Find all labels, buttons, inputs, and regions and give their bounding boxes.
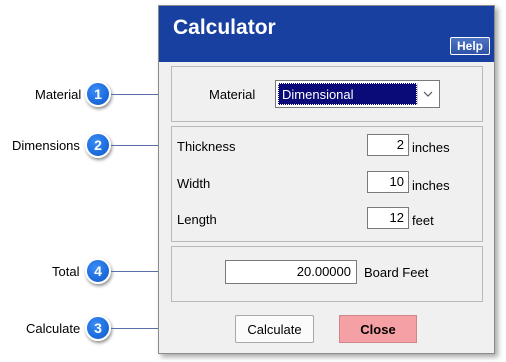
callout-label-calculate: Calculate bbox=[26, 321, 81, 336]
length-input[interactable]: 12 bbox=[367, 207, 409, 229]
material-select[interactable]: Dimensional bbox=[275, 80, 440, 108]
dialog-title: Calculator bbox=[173, 16, 276, 39]
thickness-unit: inches bbox=[412, 140, 450, 155]
length-label: Length bbox=[177, 212, 217, 227]
thickness-input[interactable]: 2 bbox=[367, 134, 409, 156]
total-unit: Board Feet bbox=[364, 265, 429, 280]
callout-badge-3: 3 bbox=[85, 315, 111, 341]
close-button[interactable]: Close bbox=[339, 315, 417, 343]
width-input[interactable]: 10 bbox=[367, 171, 409, 193]
material-select-value: Dimensional bbox=[278, 83, 417, 105]
width-label: Width bbox=[177, 176, 211, 191]
total-group: 20.00000 Board Feet bbox=[171, 246, 483, 302]
material-label: Material bbox=[209, 87, 256, 102]
width-unit: inches bbox=[412, 178, 450, 193]
callout-label-total: Total bbox=[52, 264, 80, 279]
help-button[interactable]: Help bbox=[450, 37, 490, 55]
total-output: 20.00000 bbox=[225, 260, 357, 284]
callout-badge-1: 1 bbox=[85, 81, 111, 107]
callout-label-dimensions: Dimensions bbox=[12, 138, 80, 153]
chevron-down-icon[interactable] bbox=[417, 83, 437, 105]
callout-label-material: Material bbox=[35, 87, 82, 102]
material-group: Material Dimensional bbox=[171, 66, 483, 122]
length-unit: feet bbox=[412, 213, 434, 228]
callout-badge-2: 2 bbox=[85, 132, 111, 158]
calculator-dialog: Calculator Help Material Dimensional Thi… bbox=[158, 5, 495, 354]
thickness-label: Thickness bbox=[177, 139, 236, 154]
dialog-titlebar: Calculator Help bbox=[159, 6, 494, 62]
calculate-button[interactable]: Calculate bbox=[235, 315, 314, 343]
dimensions-group: Thickness 2 inches Width 10 inches Lengt… bbox=[171, 126, 483, 242]
callout-badge-4: 4 bbox=[85, 258, 111, 284]
